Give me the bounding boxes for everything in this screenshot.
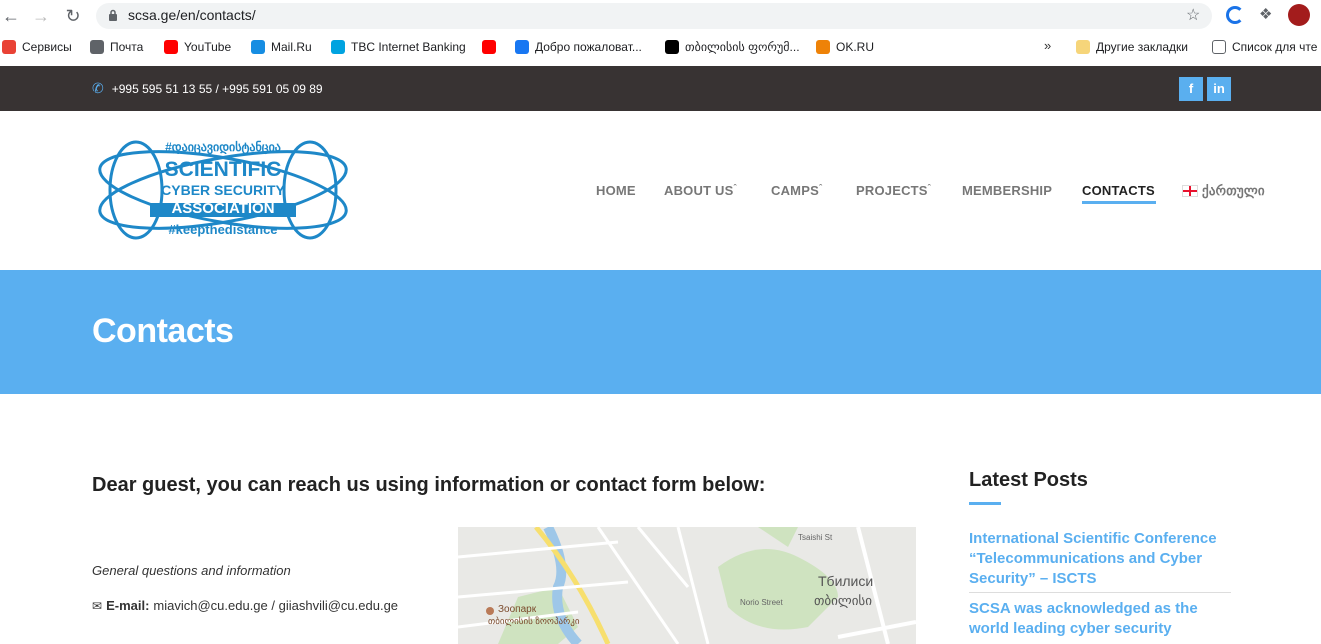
- linkedin-icon[interactable]: in: [1207, 77, 1231, 101]
- url-text[interactable]: scsa.ge/en/contacts/: [128, 7, 256, 23]
- page-title: Contacts: [92, 312, 234, 350]
- nav-active-underline: [1082, 201, 1156, 204]
- envelope-icon: ✉: [92, 598, 103, 613]
- nav-membership[interactable]: MEMBERSHIP: [962, 183, 1052, 198]
- email-line: ✉ E-mail: miavich@cu.edu.ge / giiashvili…: [92, 598, 399, 613]
- georgia-flag-icon: [1182, 185, 1198, 197]
- nav-language[interactable]: ქართული: [1182, 183, 1265, 199]
- address-bar[interactable]: [96, 3, 1212, 29]
- post-link[interactable]: International Scientific Conference “Tel…: [969, 529, 1231, 589]
- star-icon[interactable]: ☆: [1186, 5, 1200, 25]
- bookmark-item[interactable]: Сервисы: [2, 38, 72, 56]
- bookmark-icon: [515, 40, 529, 54]
- bookmark-icon: [665, 40, 679, 54]
- nav-projects[interactable]: PROJECTSˆ: [856, 183, 931, 198]
- bookmark-icon: [816, 40, 830, 54]
- chevron-down-icon: ˆ: [927, 183, 931, 193]
- phone-info: ✆ +995 595 51 13 55 / +995 591 05 09 89: [92, 80, 323, 96]
- bookmark-icon: [331, 40, 345, 54]
- location-map[interactable]: Тбилиси თბილისი Зоопарк თბილისის ზოოპარკ…: [458, 527, 916, 644]
- reload-icon[interactable]: ↻: [62, 5, 84, 27]
- lock-icon: [108, 8, 118, 21]
- bookmark-item[interactable]: Добро пожаловат...: [515, 38, 642, 56]
- back-icon[interactable]: ←: [0, 5, 22, 27]
- bookmark-item[interactable]: Почта: [90, 38, 143, 56]
- bookmark-item[interactable]: TBC Internet Banking: [331, 38, 466, 56]
- bookmark-icon: [251, 40, 265, 54]
- avatar[interactable]: [1288, 4, 1310, 26]
- extension-icon[interactable]: [1226, 6, 1244, 24]
- title-underline: [969, 502, 1001, 505]
- nav-camps[interactable]: CAMPSˆ: [771, 183, 822, 198]
- bookmark-icon: [164, 40, 178, 54]
- logo[interactable]: #დაიცავიდისტანცია SCIENTIFIC CYBER SECUR…: [96, 138, 350, 242]
- facebook-icon[interactable]: f: [1179, 77, 1203, 101]
- reading-list-icon: [1212, 40, 1226, 54]
- latest-posts-title: Latest Posts: [969, 469, 1088, 491]
- post-link[interactable]: SCSA was acknowledged as the world leadi…: [969, 599, 1231, 639]
- nav-home[interactable]: HOME: [596, 183, 636, 198]
- general-info-label: General questions and information: [92, 563, 291, 578]
- other-bookmarks[interactable]: Другие закладки: [1076, 38, 1188, 56]
- bookmark-icon: [482, 40, 496, 54]
- phone-icon: ✆: [92, 80, 104, 96]
- bookmark-item[interactable]: თბილისის ფორუმ...: [665, 38, 800, 56]
- bookmark-icon: [2, 40, 16, 54]
- nav-about-us[interactable]: ABOUT USˆ: [664, 183, 737, 198]
- bookmark-icon: [90, 40, 104, 54]
- bookmark-item[interactable]: [482, 38, 496, 56]
- chevron-down-icon: ˆ: [818, 183, 823, 193]
- bookmark-item[interactable]: Mail.Ru: [251, 38, 312, 56]
- folder-icon: [1076, 40, 1090, 54]
- forward-icon[interactable]: →: [30, 5, 52, 27]
- bookmarks-more[interactable]: »: [1044, 38, 1051, 53]
- intro-heading: Dear guest, you can reach us using infor…: [92, 474, 766, 496]
- puzzle-icon[interactable]: ❖: [1259, 5, 1272, 23]
- bookmark-item[interactable]: YouTube: [164, 38, 231, 56]
- chevron-down-icon: ˆ: [733, 183, 737, 193]
- bookmark-item[interactable]: OK.RU: [816, 38, 874, 56]
- post-divider: [969, 592, 1231, 593]
- nav-contacts[interactable]: CONTACTS: [1082, 183, 1155, 198]
- reading-list[interactable]: Список для чте: [1212, 38, 1317, 56]
- email-links[interactable]: miavich@cu.edu.ge / giiashvili@cu.edu.ge: [153, 598, 398, 613]
